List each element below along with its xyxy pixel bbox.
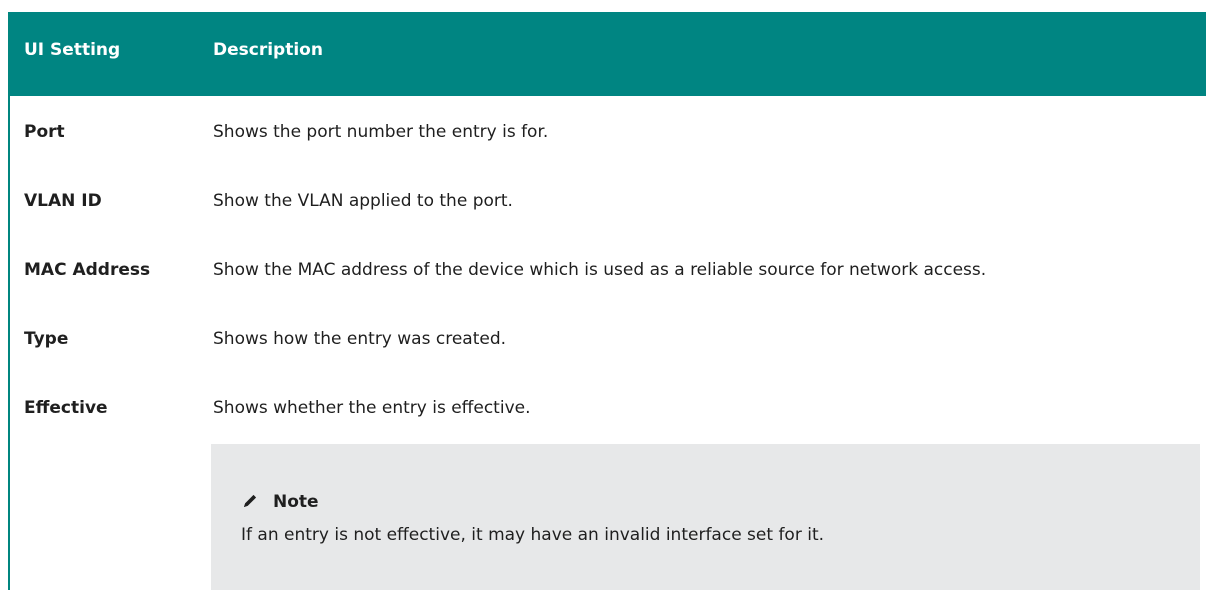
setting-description: Shows how the entry was created. [213, 329, 507, 349]
setting-description: Shows whether the entry is effective. [213, 398, 531, 418]
setting-name: MAC Address [24, 260, 151, 280]
table-header: UI Setting Description [10, 12, 1206, 96]
setting-name: Effective [24, 398, 108, 418]
note-box: Note If an entry is not effective, it ma… [211, 444, 1200, 590]
setting-name: Port [24, 122, 65, 142]
setting-description: Show the MAC address of the device which… [213, 260, 987, 280]
header-description: Description [213, 40, 323, 60]
setting-description: Show the VLAN applied to the port. [213, 191, 513, 211]
pencil-icon [244, 494, 257, 507]
header-ui-setting: UI Setting [24, 40, 121, 60]
ui-settings-table: UI Setting Description Port Shows the po… [8, 12, 1206, 590]
note-text: If an entry is not effective, it may hav… [241, 525, 825, 545]
setting-name: Type [24, 329, 69, 349]
setting-name: VLAN ID [24, 191, 102, 211]
note-title: Note [273, 492, 319, 512]
setting-description: Shows the port number the entry is for. [213, 122, 549, 142]
